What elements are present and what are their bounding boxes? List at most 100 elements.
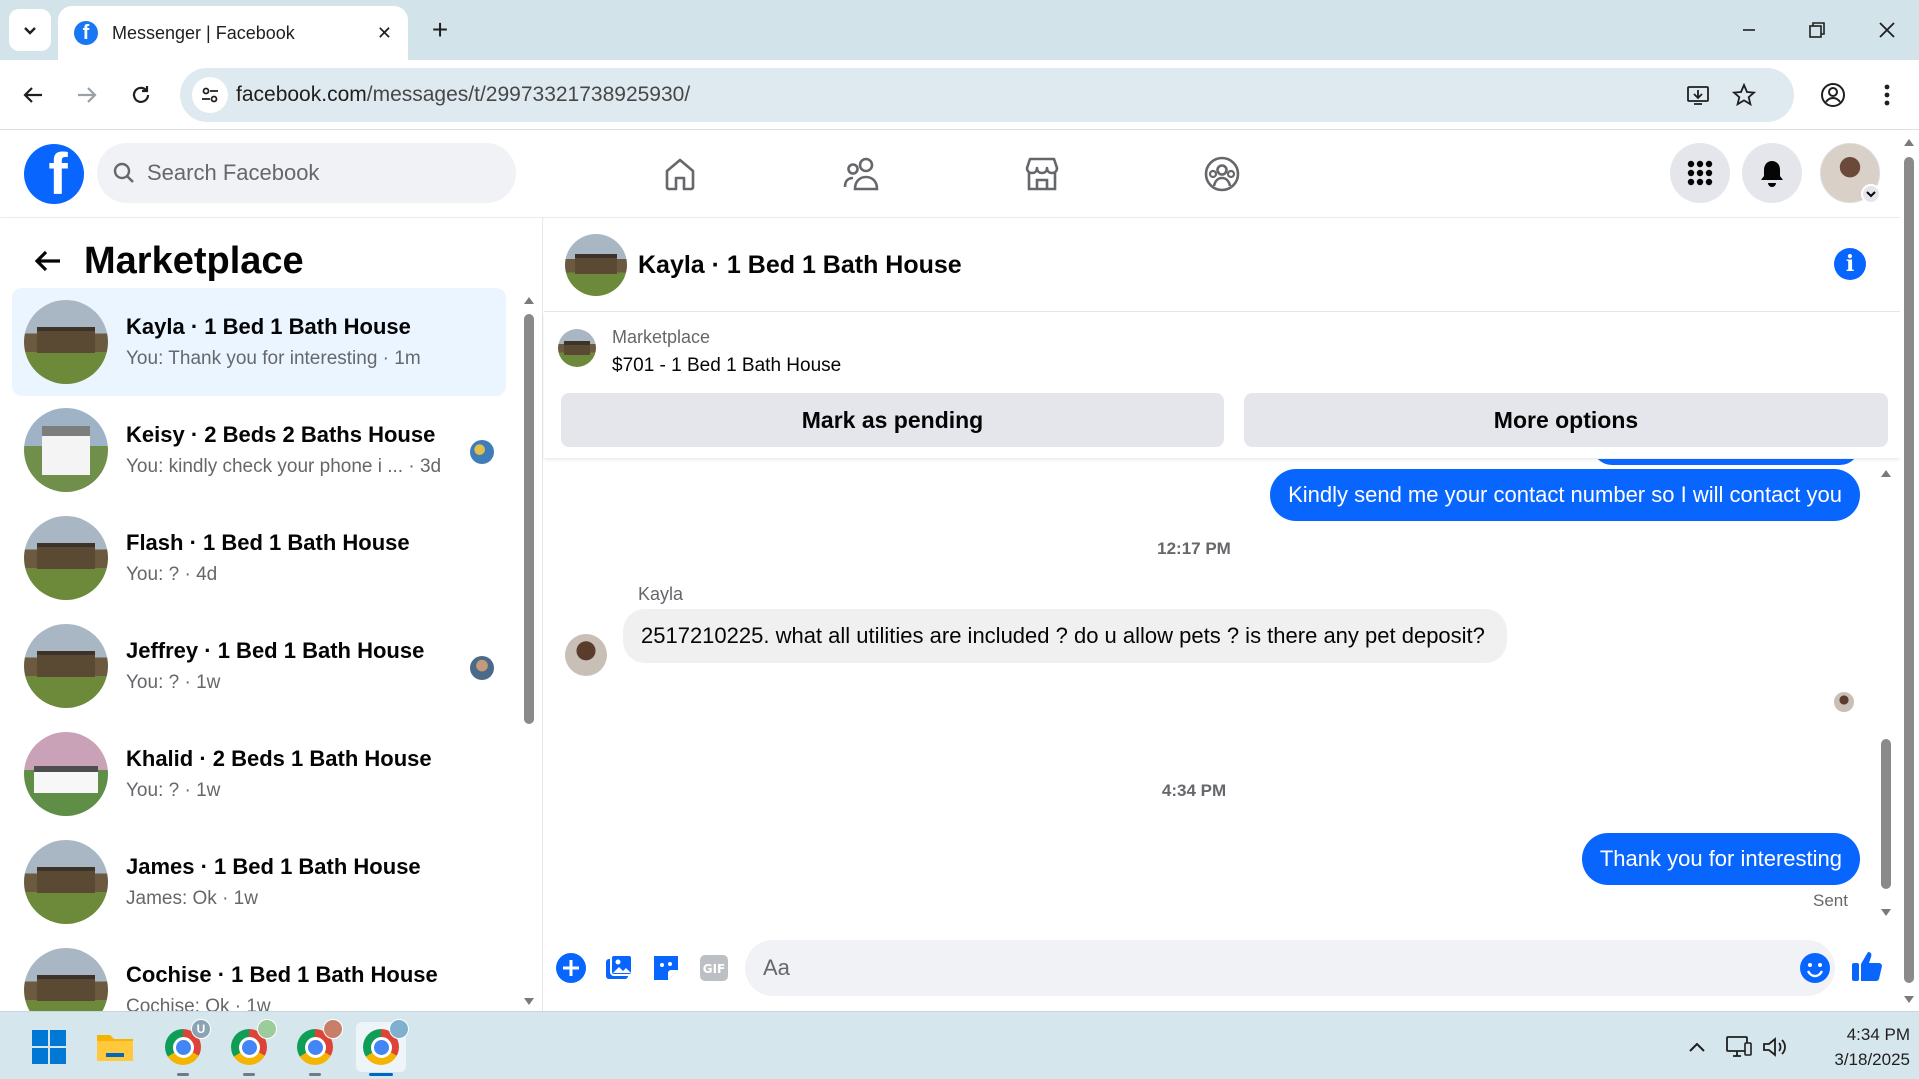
tab-search-button[interactable]: [9, 9, 51, 51]
system-clock[interactable]: 4:34 PM 3/18/2025: [1800, 1022, 1910, 1072]
listing-price-title[interactable]: $701 - 1 Bed 1 Bath House: [612, 355, 841, 377]
chrome-profile-2-button[interactable]: [224, 1019, 277, 1076]
nav-friends[interactable]: [832, 147, 892, 201]
reload-button[interactable]: [120, 74, 162, 116]
attach-photo-button[interactable]: [601, 950, 637, 986]
emoji-button[interactable]: [1799, 952, 1831, 984]
chevron-down-icon: [1861, 184, 1881, 204]
profile-button[interactable]: [1812, 74, 1854, 116]
arrow-left-icon: [23, 87, 42, 103]
page-scrollbar[interactable]: [1900, 131, 1919, 1011]
site-info-button[interactable]: [192, 77, 228, 113]
sticker-button[interactable]: [648, 950, 684, 986]
message-timestamp: 12:17 PM: [1157, 539, 1231, 558]
facebook-header: f: [0, 131, 1900, 217]
minimize-button[interactable]: [1726, 8, 1772, 52]
more-vertical-icon: [1884, 84, 1890, 106]
tab-close-icon[interactable]: ✕: [377, 23, 392, 44]
chrome-profile-1-button[interactable]: U: [158, 1019, 211, 1076]
message-input[interactable]: [763, 952, 1753, 984]
show-hidden-icons-button[interactable]: [1680, 1030, 1714, 1064]
home-icon: [665, 158, 695, 191]
listing-category: Marketplace: [612, 327, 711, 347]
close-window-button[interactable]: [1864, 8, 1910, 52]
address-bar[interactable]: facebook.com/messages/t/2997332173892593…: [180, 68, 1794, 122]
clock-time: 4:34 PM: [1846, 1025, 1910, 1044]
url-path: /messages/t/29973321738925930/: [366, 83, 691, 106]
scroll-up-arrow[interactable]: [523, 292, 535, 312]
conversation-list: Kayla · 1 Bed 1 Bath House You: Thank yo…: [12, 288, 506, 1011]
arrow-left-icon: [34, 250, 60, 272]
bookmark-button[interactable]: [1726, 77, 1762, 113]
listing-thumbnail[interactable]: [558, 329, 596, 367]
arrow-right-icon: [78, 87, 97, 103]
profile-badge: [323, 1019, 343, 1039]
conversation-item[interactable]: James · 1 Bed 1 Bath House James: Ok · 1…: [12, 828, 506, 936]
scroll-up-arrow[interactable]: [1880, 465, 1892, 483]
facebook-logo-icon[interactable]: f: [24, 144, 84, 204]
message-input-container[interactable]: [745, 940, 1835, 996]
forward-button[interactable]: [66, 74, 108, 116]
incoming-message[interactable]: 2517210225. what all utilities are inclu…: [623, 609, 1507, 663]
scroll-down-arrow[interactable]: [523, 994, 535, 1008]
conversation-name: Kayla · 1 Bed 1 Bath House: [126, 314, 411, 339]
menu-button[interactable]: [1670, 143, 1730, 203]
start-button[interactable]: [24, 1022, 74, 1072]
nav-marketplace[interactable]: [1012, 147, 1072, 201]
conversation-item[interactable]: Keisy · 2 Beds 2 Baths House You: kindly…: [12, 396, 506, 504]
sidebar-scrollbar-thumb[interactable]: [524, 314, 534, 724]
chrome-icon: U: [165, 1019, 211, 1065]
chat-listing-thumbnail[interactable]: [565, 234, 627, 296]
file-explorer-button[interactable]: [90, 1022, 140, 1072]
conversation-name: Keisy · 2 Beds 2 Baths House: [126, 422, 436, 447]
conversation-snippet: You: ? · 1w: [126, 672, 221, 693]
info-icon[interactable]: i: [1834, 248, 1866, 280]
listing-thumbnail: [24, 840, 108, 924]
browser-tab[interactable]: f Messenger | Facebook ✕: [58, 6, 408, 60]
back-to-chats-button[interactable]: [28, 241, 68, 281]
message-timestamp: 4:34 PM: [1161, 781, 1227, 800]
listing-thumbnail: [24, 300, 108, 384]
more-options-button[interactable]: More options: [1244, 393, 1888, 447]
restore-button[interactable]: [1794, 8, 1840, 52]
back-button[interactable]: [12, 74, 54, 116]
conversation-item[interactable]: Flash · 1 Bed 1 Bath House You: ? · 4d: [12, 504, 506, 612]
nav-groups[interactable]: [1192, 147, 1252, 201]
install-app-button[interactable]: [1680, 77, 1716, 113]
gif-button[interactable]: GIF: [696, 950, 732, 986]
browser-menu-button[interactable]: [1866, 74, 1908, 116]
url-text[interactable]: facebook.com/messages/t/2997332173892593…: [236, 83, 690, 107]
network-button[interactable]: [1722, 1030, 1756, 1064]
outgoing-message[interactable]: Kindly send me your contact number so I …: [1270, 469, 1860, 521]
outgoing-message[interactable]: Thank you for interesting: [1581, 833, 1860, 885]
facebook-search-input[interactable]: [147, 160, 467, 186]
chrome-profile-3-button[interactable]: [290, 1019, 343, 1076]
account-circle-icon: [1821, 83, 1845, 107]
notifications-button[interactable]: [1742, 143, 1802, 203]
listing-banner: Marketplace $701 - 1 Bed 1 Bath House Ma…: [544, 313, 1900, 458]
facebook-search[interactable]: [97, 143, 516, 203]
conversation-item[interactable]: Cochise · 1 Bed 1 Bath House Cochise: Ok…: [12, 936, 506, 1011]
like-button[interactable]: [1847, 946, 1887, 986]
volume-button[interactable]: [1758, 1030, 1792, 1064]
svg-text:GIF: GIF: [703, 962, 726, 976]
chat-title[interactable]: Kayla · 1 Bed 1 Bath House: [638, 251, 962, 280]
conversation-item[interactable]: Khalid · 2 Beds 1 Bath House You: ? · 1w: [12, 720, 506, 828]
running-indicator: [243, 1073, 255, 1076]
conversation-name: Cochise · 1 Bed 1 Bath House: [126, 962, 438, 987]
conversation-item[interactable]: Kayla · 1 Bed 1 Bath House You: Thank yo…: [12, 288, 506, 396]
scroll-down-arrow[interactable]: [1880, 905, 1892, 919]
account-avatar[interactable]: [1820, 143, 1881, 204]
conversation-name: James · 1 Bed 1 Bath House: [126, 854, 421, 879]
chrome-profile-4-button[interactable]: [356, 1019, 409, 1076]
browser-toolbar: facebook.com/messages/t/2997332173892593…: [0, 60, 1919, 130]
page-scrollbar-thumb[interactable]: [1904, 157, 1914, 983]
conversation-item[interactable]: Jeffrey · 1 Bed 1 Bath House You: ? · 1w: [12, 612, 506, 720]
chat-scrollbar-thumb[interactable]: [1881, 739, 1891, 889]
mark-as-pending-button[interactable]: Mark as pending: [561, 393, 1224, 447]
nav-home[interactable]: [650, 147, 710, 201]
more-actions-button[interactable]: [553, 950, 589, 986]
new-tab-button[interactable]: +: [420, 10, 460, 50]
sender-avatar[interactable]: [565, 634, 607, 676]
conversation-name: Flash · 1 Bed 1 Bath House: [126, 530, 410, 555]
